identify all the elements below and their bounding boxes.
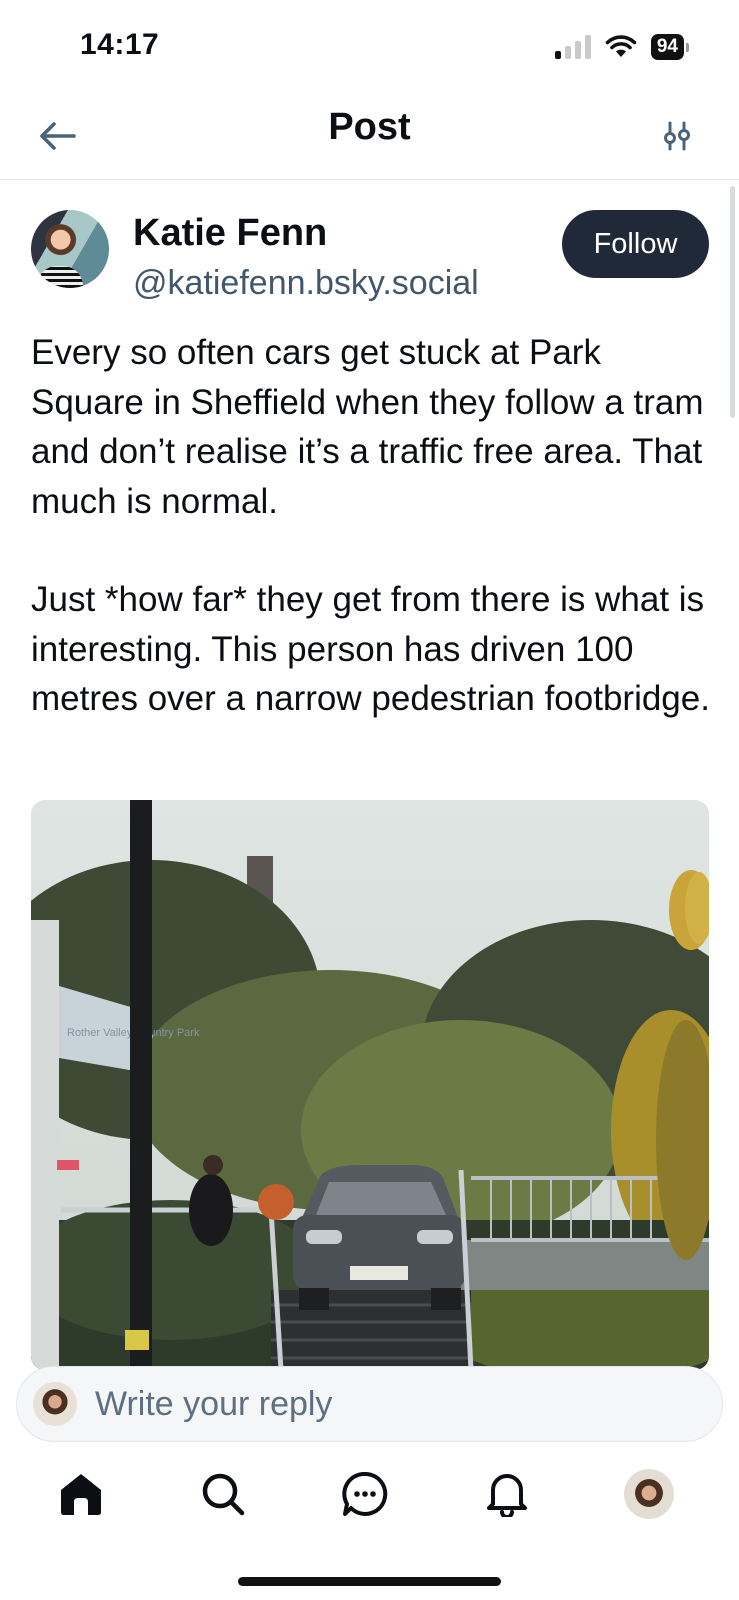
- author-name[interactable]: Katie Fenn: [133, 212, 327, 255]
- tab-chat[interactable]: [337, 1466, 393, 1522]
- tab-home[interactable]: [53, 1466, 109, 1522]
- author-handle[interactable]: @katiefenn.bsky.social: [133, 264, 479, 303]
- post-paragraph-2: Just *how far* they get from there is wh…: [31, 580, 710, 718]
- post-header: Post: [0, 96, 739, 180]
- battery-level: 94: [650, 34, 684, 60]
- battery-indicator: 94: [650, 34, 689, 60]
- user-avatar: [33, 1382, 77, 1426]
- battery-tip: [686, 42, 689, 52]
- wifi-icon: [605, 35, 637, 57]
- search-icon: [202, 1473, 245, 1516]
- page-title: Post: [328, 106, 411, 148]
- tab-profile[interactable]: [621, 1466, 677, 1522]
- status-time: 14:17: [80, 28, 160, 61]
- sliders-icon: [664, 121, 690, 151]
- post-paragraph-1: Every so often cars get stuck at Park Sq…: [31, 333, 704, 521]
- chat-icon: [342, 1471, 388, 1516]
- bell-icon: [487, 1474, 527, 1517]
- reply-placeholder: Write your reply: [95, 1384, 333, 1423]
- home-icon: [61, 1474, 101, 1515]
- thread-settings-button[interactable]: [655, 114, 699, 158]
- author-avatar[interactable]: [31, 210, 109, 288]
- cellular-signal-icon: [554, 35, 591, 59]
- post-text: Every so often cars get stuck at Park Sq…: [31, 328, 721, 724]
- status-indicators: 94: [554, 34, 689, 60]
- status-bar: 14:17 94: [0, 0, 739, 96]
- tab-search[interactable]: [195, 1466, 251, 1522]
- tab-notifications[interactable]: [479, 1466, 535, 1522]
- reply-composer[interactable]: Write your reply: [16, 1366, 723, 1442]
- home-indicator: [238, 1577, 501, 1586]
- post-image[interactable]: Rother Valley Country Park: [31, 800, 709, 1370]
- footbridge-photo: Rother Valley Country Park: [31, 800, 709, 1370]
- scrollbar[interactable]: [730, 186, 735, 418]
- bottom-tab-bar: [0, 1458, 739, 1538]
- profile-avatar: [624, 1469, 674, 1519]
- follow-button[interactable]: Follow: [562, 210, 709, 278]
